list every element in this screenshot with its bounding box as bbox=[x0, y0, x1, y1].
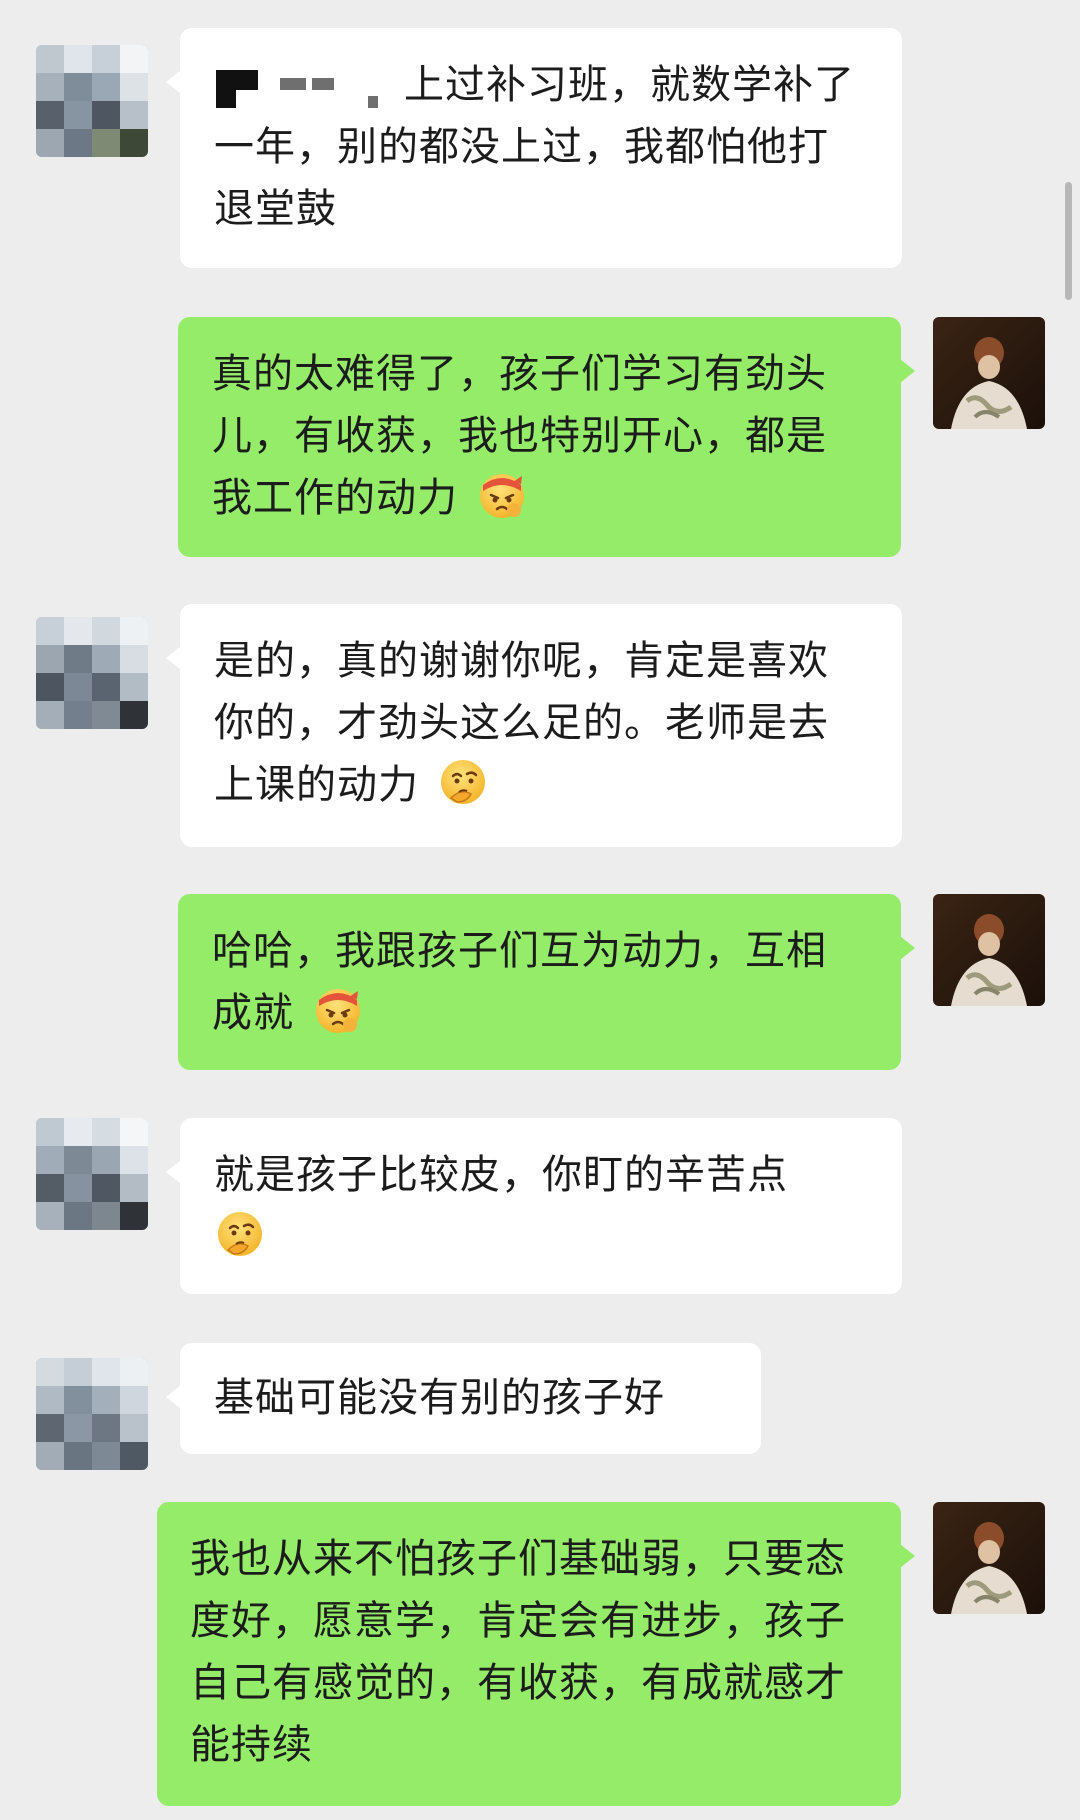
message-bubble[interactable]: 真的太难得了，孩子们学习有劲头儿，有收获，我也特别开心，都是我工作的动力 bbox=[178, 317, 915, 557]
message-text: 基础可能没有别的孩子好 bbox=[214, 1375, 665, 1421]
redacted-name-block bbox=[216, 70, 236, 108]
message-bubble[interactable]: 上过补习班，就数学补了一年，别的都没上过，我都怕他打退堂鼓 bbox=[166, 28, 902, 268]
user-avatar-portrait[interactable] bbox=[933, 317, 1045, 429]
message-text: 就是孩子比较皮，你盯的辛苦点 bbox=[214, 1152, 788, 1198]
contact-avatar-pixelated[interactable] bbox=[36, 1358, 148, 1470]
message-bubble[interactable]: 我也从来不怕孩子们基础弱，只要态度好，愿意学，肯定会有进步，孩子自己有感觉的，有… bbox=[157, 1502, 915, 1806]
message-bubble[interactable]: 就是孩子比较皮，你盯的辛苦点 bbox=[166, 1118, 902, 1294]
thinking-face-emoji bbox=[437, 756, 489, 808]
determined-face-headband-emoji bbox=[476, 469, 528, 521]
message-bubble[interactable]: 是的，真的谢谢你呢，肯定是喜欢你的，才劲头这么足的。老师是去上课的动力 bbox=[166, 604, 902, 847]
determined-face-headband-emoji bbox=[312, 984, 364, 1036]
user-avatar-portrait[interactable] bbox=[933, 894, 1045, 1006]
thinking-face-emoji bbox=[214, 1208, 266, 1260]
message-text: 是的，真的谢谢你呢，肯定是喜欢你的，才劲头这么足的。老师是去上课的动力 bbox=[214, 638, 829, 808]
redacted-name-block bbox=[280, 78, 306, 90]
redacted-name-block bbox=[236, 70, 258, 90]
scrollbar[interactable] bbox=[1065, 182, 1072, 300]
message-text: 哈哈，我跟孩子们互为动力，互相成就 bbox=[212, 928, 827, 1036]
message-bubble[interactable]: 基础可能没有别的孩子好 bbox=[166, 1343, 761, 1454]
redacted-name-block bbox=[368, 96, 378, 108]
message-bubble[interactable]: 哈哈，我跟孩子们互为动力，互相成就 bbox=[178, 894, 915, 1070]
user-avatar-portrait[interactable] bbox=[933, 1502, 1045, 1614]
contact-avatar-pixelated[interactable] bbox=[36, 45, 148, 157]
contact-avatar-pixelated[interactable] bbox=[36, 1118, 148, 1230]
contact-avatar-pixelated[interactable] bbox=[36, 617, 148, 729]
redacted-name-block bbox=[312, 78, 334, 90]
chat-message-list[interactable]: 上过补习班，就数学补了一年，别的都没上过，我都怕他打退堂鼓 真的太难得了，孩子们… bbox=[0, 0, 1080, 1820]
message-text: 我也从来不怕孩子们基础弱，只要态度好，愿意学，肯定会有进步，孩子自己有感觉的，有… bbox=[190, 1536, 846, 1768]
